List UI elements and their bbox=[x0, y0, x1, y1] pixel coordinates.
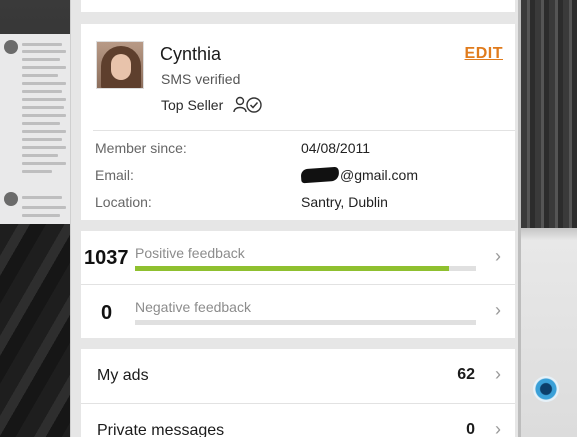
negative-feedback-bar bbox=[135, 320, 476, 325]
top-card-edge bbox=[81, 0, 515, 12]
email-row: Email: @gmail.com bbox=[95, 166, 505, 187]
profile-card: Cynthia SMS verified Top Seller EDIT Mem… bbox=[81, 24, 515, 220]
member-since-row: Member since: 04/08/2011 bbox=[95, 140, 505, 160]
background-avatar bbox=[4, 40, 18, 54]
negative-feedback-label: Negative feedback bbox=[135, 299, 251, 315]
positive-feedback-label: Positive feedback bbox=[135, 245, 245, 261]
chevron-right-icon: › bbox=[495, 364, 501, 384]
my-ads-count: 62 bbox=[457, 366, 475, 383]
positive-feedback-row[interactable]: 1037 Positive feedback › bbox=[81, 231, 515, 284]
background-document bbox=[0, 34, 70, 224]
negative-feedback-count: 0 bbox=[101, 302, 113, 324]
email-value-wrap: @gmail.com bbox=[300, 166, 419, 184]
private-messages-count: 0 bbox=[466, 421, 475, 437]
feedback-card: 1037 Positive feedback › 0 Negative feed… bbox=[81, 231, 515, 338]
email-redaction bbox=[300, 166, 340, 184]
background-photo bbox=[0, 224, 70, 437]
positive-feedback-bar bbox=[135, 266, 476, 271]
email-value: @gmail.com bbox=[340, 167, 419, 183]
chevron-right-icon: › bbox=[495, 300, 501, 320]
verification-status: SMS verified bbox=[161, 71, 241, 87]
background-avatar bbox=[4, 192, 18, 206]
top-seller-label: Top Seller bbox=[161, 97, 224, 113]
private-messages-label: Private messages bbox=[97, 422, 225, 437]
location-row: Location: Santry, Dublin bbox=[95, 194, 505, 214]
background-blue-object bbox=[533, 376, 559, 402]
edit-button[interactable]: EDIT bbox=[465, 45, 503, 63]
background-right bbox=[521, 0, 577, 437]
chevron-right-icon: › bbox=[495, 246, 501, 266]
positive-feedback-fill bbox=[135, 266, 449, 271]
location-value: Santry, Dublin bbox=[301, 194, 388, 210]
seller-check-icon bbox=[233, 96, 263, 114]
menu-card: My ads 62 › Private messages 0 › bbox=[81, 349, 515, 437]
member-since-value: 04/08/2011 bbox=[301, 140, 371, 156]
email-label: Email: bbox=[95, 167, 134, 183]
private-messages-row[interactable]: Private messages 0 › bbox=[81, 404, 515, 437]
negative-feedback-row[interactable]: 0 Negative feedback › bbox=[81, 285, 515, 338]
location-label: Location: bbox=[95, 194, 152, 210]
divider bbox=[93, 130, 515, 131]
member-since-label: Member since: bbox=[95, 140, 187, 156]
my-ads-label: My ads bbox=[97, 367, 149, 384]
top-seller-badge: Top Seller bbox=[161, 96, 263, 114]
my-ads-row[interactable]: My ads 62 › bbox=[81, 349, 515, 403]
avatar[interactable] bbox=[96, 41, 144, 89]
profile-panel: Cynthia SMS verified Top Seller EDIT Mem… bbox=[70, 0, 521, 437]
profile-name: Cynthia bbox=[160, 44, 222, 64]
positive-feedback-count: 1037 bbox=[84, 247, 129, 269]
chevron-right-icon: › bbox=[495, 419, 501, 437]
